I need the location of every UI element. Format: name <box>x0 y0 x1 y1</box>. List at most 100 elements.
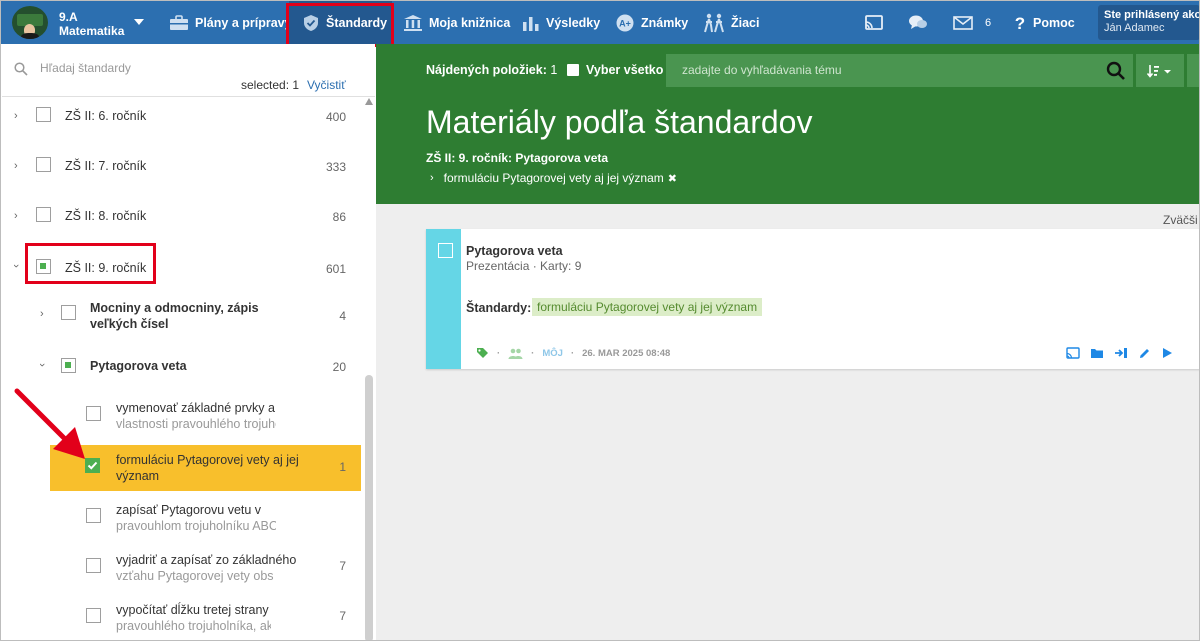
share-icon[interactable] <box>1114 347 1128 359</box>
checkbox[interactable] <box>86 608 101 623</box>
chevron-down-icon[interactable]: › <box>36 363 48 367</box>
tree-item-grade-8[interactable]: › ZŠ II: 8. ročník 86 <box>2 197 362 239</box>
topic-search-input[interactable] <box>682 63 1082 77</box>
messages-count: 6 <box>985 16 992 29</box>
tag-icon[interactable] <box>476 347 489 360</box>
group-icon[interactable] <box>508 348 523 359</box>
tree-item-standard-selected[interactable]: formuláciu Pytagorovej vety aj jej význa… <box>50 445 361 491</box>
folder-icon[interactable] <box>1090 347 1104 359</box>
chevron-down-icon[interactable]: › <box>10 264 22 268</box>
label-line: vypočítať dĺžku tretej strany <box>116 603 269 617</box>
tree-item-standard[interactable]: vymenovať základné prvky a vlastnosti pr… <box>2 393 362 441</box>
nav-label: Výsledky <box>546 15 601 30</box>
page-title: Materiály podľa štandardov <box>426 104 813 140</box>
tree-item-label: ZŠ II: 9. ročník <box>65 261 147 275</box>
label-line: Mocniny a odmocniny, zápis <box>90 301 259 315</box>
select-all[interactable]: Vyber všetko <box>567 63 663 77</box>
svg-text:A+: A+ <box>619 18 631 28</box>
standards-label: Štandardy: <box>466 301 532 315</box>
material-card[interactable]: Pytagorova veta Prezentácia · Karty: 9 Š… <box>426 229 1199 369</box>
sort-button[interactable] <box>1136 54 1184 87</box>
chevron-right-icon[interactable]: › <box>14 110 18 122</box>
tree-item-label: Pytagorova veta <box>90 359 187 373</box>
tree-item-mocniny[interactable]: › Mocniny a odmocniny, zápis veľkých čís… <box>2 295 362 341</box>
tree-item-grade-7[interactable]: › ZŠ II: 7. ročník 333 <box>2 147 362 189</box>
help-button[interactable]: ? Pomoc <box>1013 1 1075 44</box>
user-menu[interactable]: Ste prihlásený ako Ján Adamec <box>1098 5 1199 40</box>
class-selector[interactable]: 9.A Matematika <box>59 10 124 38</box>
checkbox-checked[interactable] <box>85 458 100 473</box>
label-line: veľkých čísel <box>90 317 169 331</box>
tree-item-count: 86 <box>332 210 346 224</box>
zoom-toggle[interactable]: Zväčši <box>1163 213 1198 227</box>
tree-item-label: vypočítať dĺžku tretej strany pravouhléh… <box>116 602 271 634</box>
svg-text:?: ? <box>1015 14 1025 32</box>
checkbox[interactable] <box>86 406 101 421</box>
view-toggle-button[interactable] <box>1187 54 1199 87</box>
standard-chip[interactable]: formuláciu Pytagorovej vety aj jej význa… <box>532 298 763 316</box>
separator: · <box>531 348 535 359</box>
breadcrumb: ZŠ II: 9. ročník: Pytagorova veta <box>426 151 609 165</box>
standards-tree: › ZŠ II: 6. ročník 400 › ZŠ II: 7. roční… <box>2 97 362 640</box>
select-all-checkbox[interactable] <box>567 64 579 76</box>
tree-item-grade-9[interactable]: › ZŠ II: 9. ročník 601 <box>2 247 362 289</box>
edit-icon[interactable] <box>1138 347 1151 360</box>
checkbox[interactable] <box>36 207 51 222</box>
chevron-right-icon[interactable]: › <box>14 210 18 222</box>
scroll-thumb[interactable] <box>365 375 373 640</box>
label-line: vzťahu Pytagorovej vety obs <box>116 569 274 583</box>
checkbox[interactable] <box>86 558 101 573</box>
card-checkbox[interactable] <box>438 243 453 258</box>
checkbox[interactable] <box>36 157 51 172</box>
card-stripe <box>426 229 461 369</box>
tree-item-pytagorova-veta[interactable]: › Pytagorova veta 20 <box>2 347 362 389</box>
checkbox[interactable] <box>36 107 51 122</box>
chevron-right-icon[interactable]: › <box>40 308 44 320</box>
chat-icon <box>909 15 927 29</box>
tree-item-count: 4 <box>339 309 346 323</box>
checkbox[interactable] <box>61 358 76 373</box>
tree-item-standard[interactable]: vypočítať dĺžku tretej strany pravouhléh… <box>2 595 362 640</box>
class-avatar[interactable] <box>12 6 48 39</box>
active-filter: › formuláciu Pytagorovej vety aj jej výz… <box>430 171 677 185</box>
checkbox[interactable] <box>61 305 76 320</box>
play-icon[interactable] <box>1161 347 1173 359</box>
scroll-up-arrow[interactable] <box>365 98 373 105</box>
standards-search-input[interactable] <box>40 61 240 75</box>
checkbox[interactable] <box>86 508 101 523</box>
search-icon[interactable] <box>1106 61 1126 81</box>
tree-item-label: ZŠ II: 8. ročník <box>65 209 147 223</box>
nav-ziaci[interactable]: Žiaci <box>703 1 760 44</box>
nav-standardy[interactable]: Štandardy <box>289 1 392 44</box>
clear-selection-link[interactable]: Vyčistiť <box>307 78 346 92</box>
checkbox[interactable] <box>36 259 51 274</box>
tree-item-count: 1 <box>339 460 346 474</box>
label-line: vyjadriť a zapísať zo základného <box>116 553 297 567</box>
nav-plany-a-pripravy[interactable]: Plány a prípravy <box>169 1 292 44</box>
sidebar-scrollbar[interactable] <box>364 97 374 640</box>
tree-item-standard[interactable]: zapísať Pytagorovu vetu v pravouhlom tro… <box>2 495 362 543</box>
card-title[interactable]: Pytagorova veta <box>466 244 563 258</box>
label-line: pravouhlom trojuholníku ABC <box>116 519 276 533</box>
chat-button[interactable] <box>908 1 934 44</box>
cast-icon[interactable] <box>1066 347 1080 359</box>
tree-item-grade-6[interactable]: › ZŠ II: 6. ročník 400 <box>2 97 362 139</box>
tree-item-label: formuláciu Pytagorovej vety aj jej význa… <box>116 452 306 484</box>
chevron-down-icon[interactable] <box>134 19 144 25</box>
cast-button[interactable] <box>865 1 889 44</box>
label-line: vlastnosti pravouhlého trojuho <box>116 417 276 431</box>
envelope-icon <box>953 15 973 30</box>
nav-vysledky[interactable]: Výsledky <box>522 1 600 44</box>
messages-button[interactable]: 6 <box>953 1 991 44</box>
nav-moja-kniznica[interactable]: Moja knižnica <box>403 1 510 44</box>
cast-icon <box>865 14 883 30</box>
nav-label: Moja knižnica <box>429 15 511 30</box>
chevron-right-icon[interactable]: › <box>14 160 18 172</box>
tree-item-standard[interactable]: vyjadriť a zapísať zo základného vzťahu … <box>2 545 362 593</box>
nav-znamky[interactable]: A+ Známky <box>615 1 688 44</box>
library-icon <box>404 14 422 31</box>
remove-filter-icon[interactable]: ✖ <box>668 172 677 185</box>
main-content: Nájdených položiek: 1 Vyber všetko Mater… <box>376 44 1199 640</box>
label-line: význam <box>116 469 160 483</box>
label-line: pravouhlého trojuholníka, ak <box>116 619 271 633</box>
